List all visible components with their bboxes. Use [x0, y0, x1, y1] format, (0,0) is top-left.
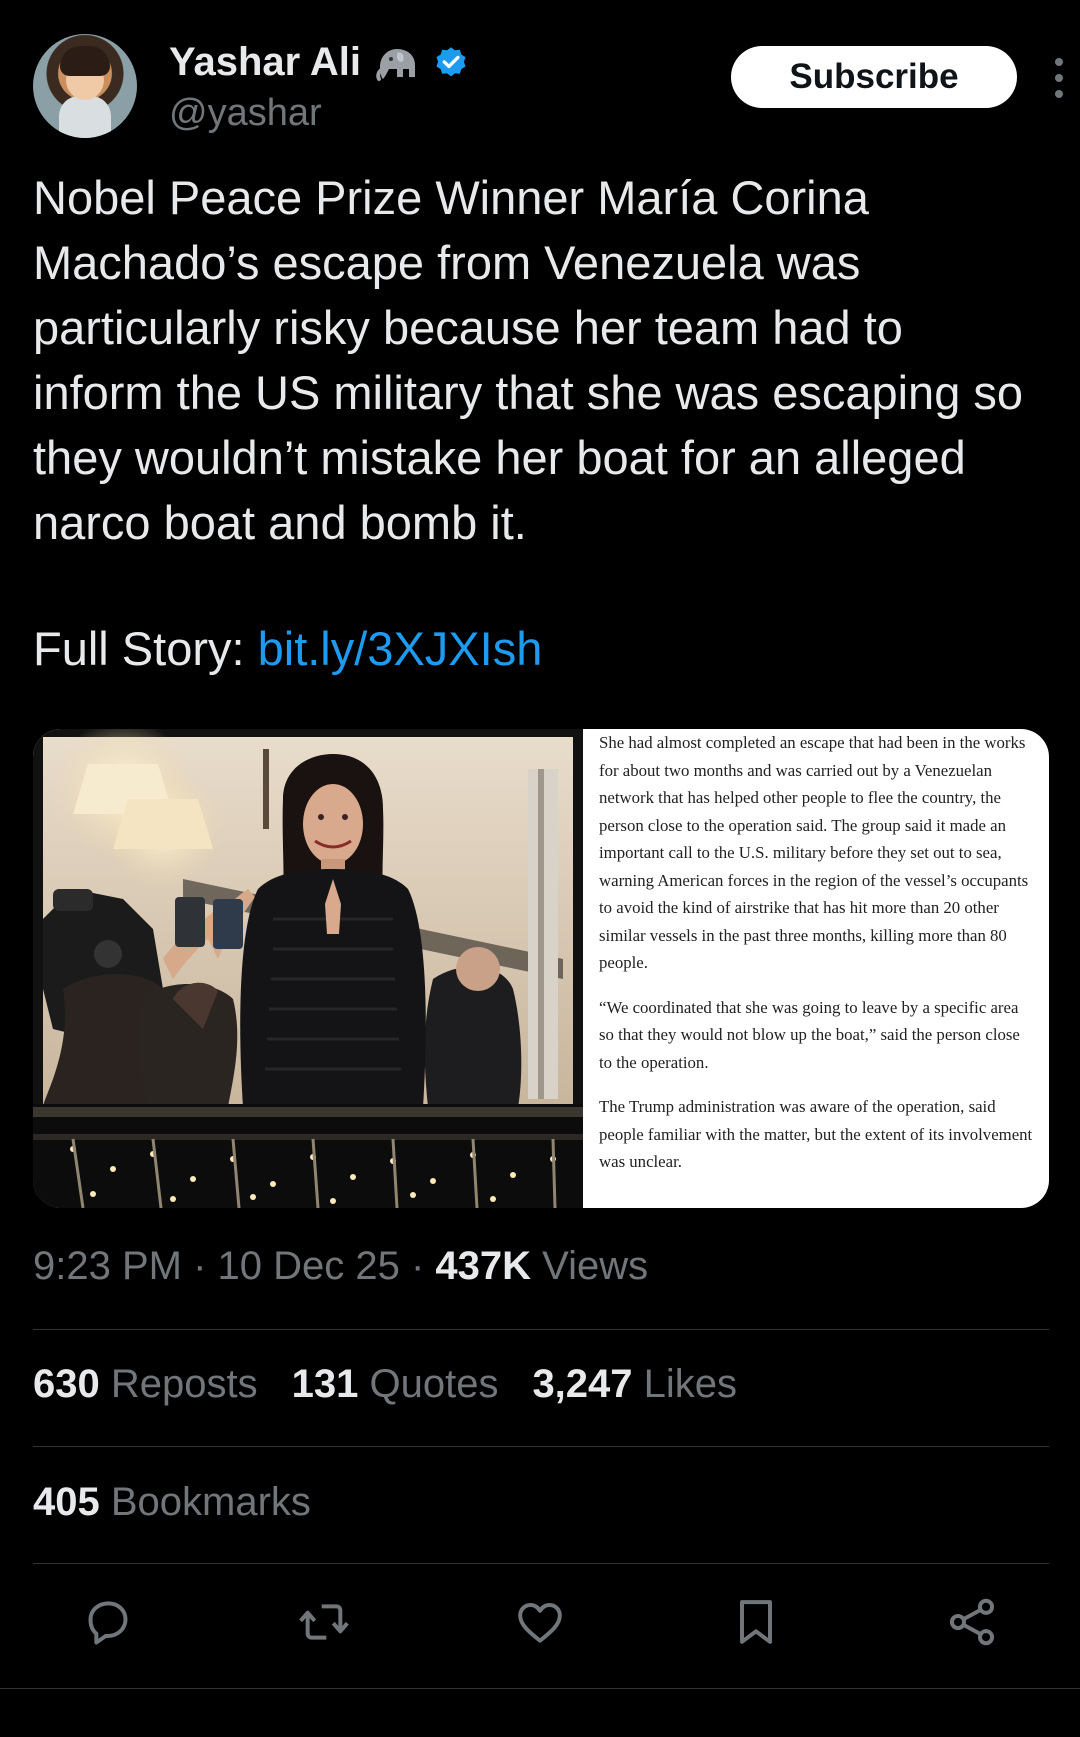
tweet-detail-page: Yashar Ali @yashar Subscribe Nobel Peace…	[0, 0, 1080, 1737]
likes-stat[interactable]: 3,247 Likes	[532, 1362, 737, 1407]
bookmark-button[interactable]	[728, 1594, 784, 1650]
article-paragraph: The Trump administration was aware of th…	[599, 1097, 1033, 1171]
repost-button[interactable]	[296, 1594, 352, 1650]
engagement-stats: 630 Reposts 131 Quotes 3,247 Likes	[33, 1362, 737, 1407]
reposts-count: 630	[33, 1362, 100, 1406]
tweet-time[interactable]: 9:23 PM	[33, 1244, 182, 1288]
full-story-line: Full Story: bit.ly/3XJXIsh	[33, 616, 542, 681]
reposts-label: Reposts	[99, 1362, 258, 1406]
like-button[interactable]	[512, 1594, 568, 1650]
share-button[interactable]	[944, 1594, 1000, 1650]
author-name-row: Yashar Ali	[169, 40, 469, 85]
elephant-emoji-icon	[376, 48, 415, 81]
tweet-text: Nobel Peace Prize Winner María Corina Ma…	[33, 165, 1043, 555]
more-options-icon[interactable]	[1049, 56, 1069, 100]
bookmarks-label: Bookmarks	[99, 1480, 311, 1524]
news-photo[interactable]	[33, 729, 583, 1208]
author-handle[interactable]: @yashar	[169, 92, 322, 135]
tweet-body: Nobel Peace Prize Winner María Corina Ma…	[33, 171, 1024, 549]
article-paragraph: She had almost completed an escape that …	[599, 733, 1029, 972]
repost-icon	[299, 1604, 349, 1640]
story-link[interactable]: bit.ly/3XJXIsh	[258, 622, 543, 675]
quotes-count: 131	[291, 1362, 359, 1406]
separator: ·	[399, 1244, 436, 1288]
subscribe-button[interactable]: Subscribe	[731, 46, 1017, 108]
reposts-stat[interactable]: 630 Reposts	[33, 1362, 258, 1407]
full-story-label: Full Story:	[33, 622, 258, 675]
article-paragraph: “We coordinated that she was going to le…	[599, 997, 1020, 1072]
reply-icon	[88, 1601, 128, 1645]
bookmark-icon	[740, 1600, 772, 1644]
action-bar	[0, 1594, 1080, 1664]
divider	[33, 1329, 1049, 1330]
tweet-header: Yashar Ali @yashar Subscribe	[33, 34, 1080, 144]
author-display-name[interactable]: Yashar Ali	[169, 40, 361, 85]
likes-count: 3,247	[532, 1362, 633, 1406]
likes-label: Likes	[632, 1362, 738, 1406]
reply-button[interactable]	[80, 1594, 136, 1650]
views-count: 437K	[435, 1244, 532, 1288]
quotes-label: Quotes	[358, 1362, 499, 1406]
tweet-media[interactable]: She had almost completed an escape that …	[33, 729, 1049, 1208]
bookmarks-count: 405	[33, 1480, 100, 1524]
article-excerpt: She had almost completed an escape that …	[583, 729, 1049, 1208]
tweet-date[interactable]: 10 Dec 25	[218, 1244, 400, 1288]
divider	[33, 1446, 1049, 1447]
share-icon	[949, 1598, 995, 1646]
separator: ·	[181, 1244, 218, 1288]
views-label: Views	[531, 1244, 649, 1288]
avatar[interactable]	[33, 34, 137, 138]
bookmarks-stat[interactable]: 405 Bookmarks	[33, 1480, 311, 1525]
divider	[0, 1688, 1080, 1689]
divider	[33, 1563, 1049, 1564]
verified-badge-icon	[436, 46, 466, 76]
like-icon	[518, 1602, 562, 1643]
tweet-meta: 9:23 PM · 10 Dec 25 · 437K Views	[33, 1244, 648, 1289]
quotes-stat[interactable]: 131 Quotes	[292, 1362, 499, 1407]
